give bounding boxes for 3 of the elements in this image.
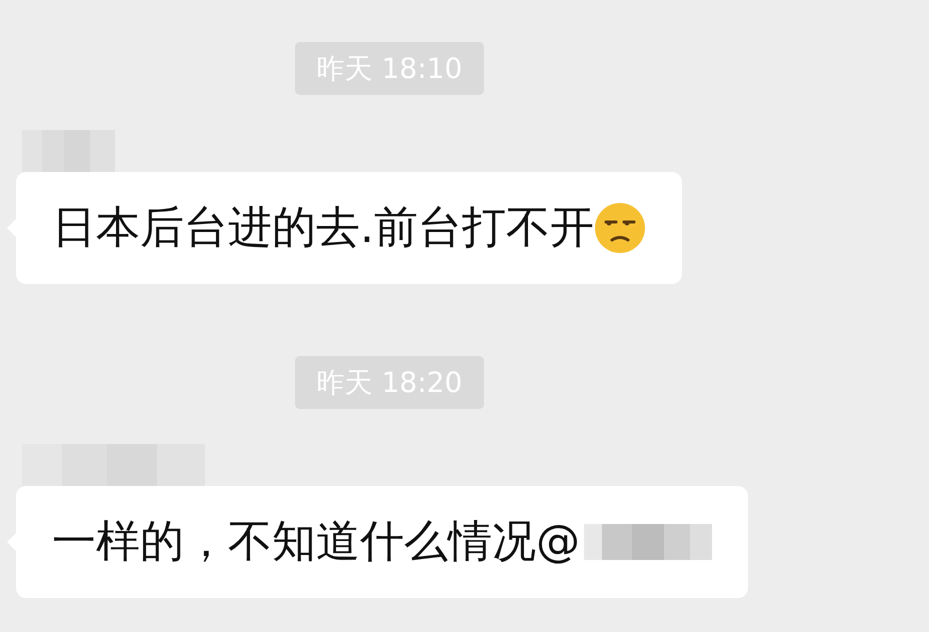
unamused-emoji-icon [594,202,646,254]
message-text: 日本后台进的去.前台打不开 [52,201,594,255]
message-text: 一样的，不知道什么情况@ [52,515,580,569]
